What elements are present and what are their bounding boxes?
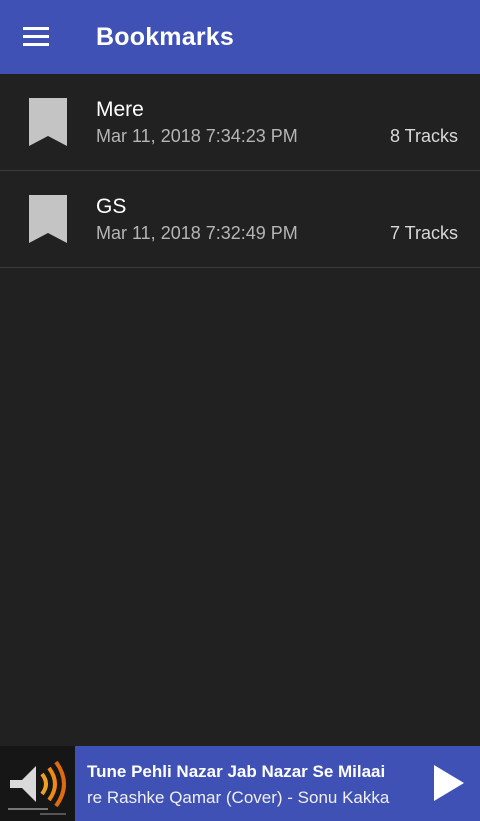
list-item[interactable]: Mere Mar 11, 2018 7:34:23 PM 8 Tracks	[0, 74, 480, 171]
app-root: Bookmarks Mere Mar 11, 2018 7:34:23 PM 8…	[0, 0, 480, 821]
now-playing-title: Tune Pehli Nazar Jab Nazar Se Milaai	[87, 762, 386, 781]
album-art	[0, 746, 75, 821]
menu-button[interactable]	[0, 0, 72, 74]
bookmark-icon	[29, 98, 67, 146]
now-playing-subtitle: re Rashke Qamar (Cover) - Sonu Kakka	[87, 788, 390, 807]
track-count: 7 Tracks	[389, 223, 458, 243]
page-title: Bookmarks	[96, 22, 234, 51]
mini-player[interactable]: Tune Pehli Nazar Jab Nazar Se Milaai re …	[0, 746, 480, 821]
list-item[interactable]: GS Mar 11, 2018 7:32:49 PM 7 Tracks	[0, 171, 480, 268]
play-icon[interactable]	[428, 763, 468, 803]
speaker-icon	[0, 746, 75, 821]
bookmark-date: Mar 11, 2018 7:34:23 PM	[96, 126, 298, 146]
hamburger-menu-icon	[23, 27, 49, 46]
track-count: 8 Tracks	[389, 126, 458, 146]
bookmark-list: Mere Mar 11, 2018 7:34:23 PM 8 Tracks GS…	[0, 74, 480, 268]
bookmark-name: Mere	[96, 98, 144, 121]
bookmark-date: Mar 11, 2018 7:32:49 PM	[96, 223, 298, 243]
bookmark-name: GS	[96, 195, 127, 218]
app-bar: Bookmarks	[0, 0, 480, 74]
bookmark-icon	[29, 195, 67, 243]
